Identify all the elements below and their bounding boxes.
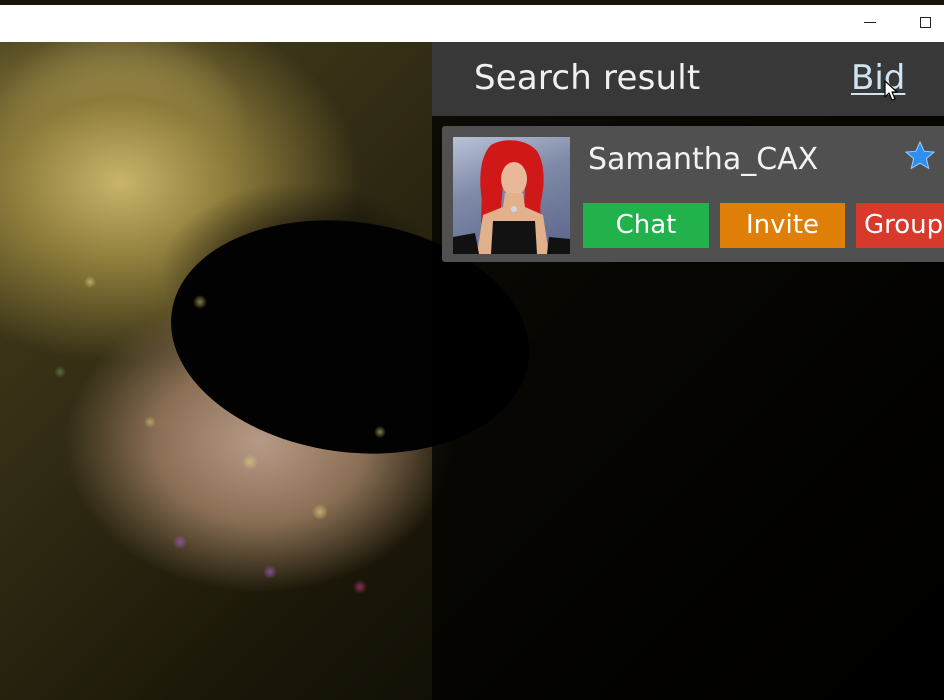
group-button[interactable]: Group [856, 203, 944, 248]
title-bar [0, 5, 944, 42]
maximize-button[interactable] [898, 5, 944, 42]
favorite-star-icon [904, 140, 936, 170]
search-result-header: Search result Bid [432, 42, 944, 116]
invite-button[interactable]: Invite [720, 203, 845, 248]
panel-title: Search result [474, 58, 701, 98]
username[interactable]: Samantha_CAX [588, 142, 818, 177]
app-window: Search result Bid Samantha_CAX Chat Invi… [0, 0, 944, 700]
minimize-button[interactable] [846, 5, 892, 42]
chat-button[interactable]: Chat [583, 203, 709, 248]
minimize-icon [864, 22, 876, 23]
maximize-icon [920, 17, 931, 28]
mouse-cursor-icon [884, 80, 898, 101]
star-icon[interactable] [904, 140, 936, 172]
result-card: Samantha_CAX Chat Invite Group [442, 126, 944, 262]
avatar-image [453, 140, 570, 254]
avatar[interactable] [453, 137, 570, 254]
